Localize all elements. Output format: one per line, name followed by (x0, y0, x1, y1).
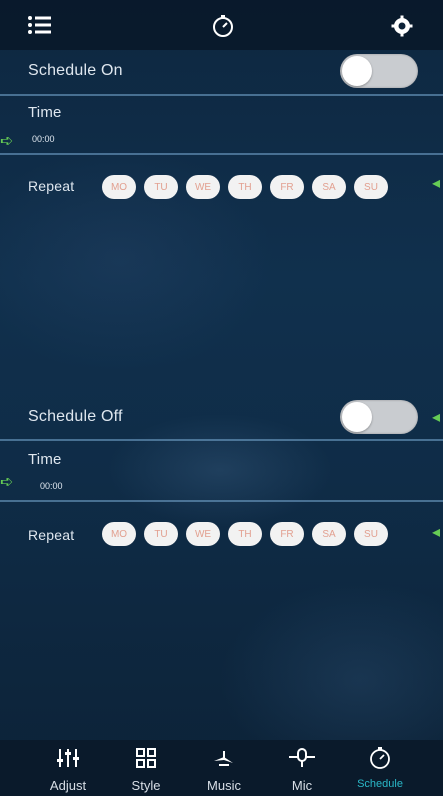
settings-icon[interactable] (388, 12, 416, 40)
day-monday[interactable]: MO (102, 522, 136, 546)
schedule-on-time-label: Time (28, 104, 62, 121)
background (0, 0, 443, 796)
day-sunday[interactable]: SU (354, 175, 388, 199)
tab-music[interactable]: Music (184, 740, 264, 796)
day-wednesday[interactable]: WE (186, 175, 220, 199)
left-arrow-icon: ➪ (0, 133, 14, 150)
day-monday[interactable]: MO (102, 175, 136, 199)
schedule-off-time-label: Time (28, 451, 62, 468)
music-icon (211, 746, 237, 770)
schedule-on-label: Schedule On (28, 62, 123, 79)
schedule-off-day-row: MO TU WE TH FR SA SU (102, 522, 388, 546)
top-bar (0, 0, 443, 50)
tab-mic[interactable]: Mic (262, 740, 342, 796)
schedule-on-repeat-label: Repeat (28, 178, 75, 194)
day-thursday[interactable]: TH (228, 175, 262, 199)
day-friday[interactable]: FR (270, 522, 304, 546)
bottom-tab-bar: Adjust Style Music Mic Schedule (0, 740, 443, 796)
tab-label: Mic (291, 778, 313, 793)
divider (0, 439, 443, 441)
divider (0, 500, 443, 502)
schedule-on-time-value[interactable]: 00:00 (32, 134, 55, 144)
tab-adjust[interactable]: Adjust (28, 740, 108, 796)
schedule-off-time-value[interactable]: 00:00 (40, 481, 63, 491)
schedule-off-repeat-label: Repeat (28, 527, 75, 543)
grid-icon (135, 746, 157, 770)
day-saturday[interactable]: SA (312, 175, 346, 199)
tab-label: Schedule (357, 778, 403, 790)
day-sunday[interactable]: SU (354, 522, 388, 546)
timer-icon (368, 746, 392, 770)
equalizer-icon (56, 746, 80, 770)
day-friday[interactable]: FR (270, 175, 304, 199)
toggle-knob (342, 402, 372, 432)
right-arrow-icon: ◂ (432, 175, 441, 192)
tab-style[interactable]: Style (106, 740, 186, 796)
left-arrow-icon: ➪ (0, 474, 14, 491)
microphone-icon (287, 746, 317, 770)
day-thursday[interactable]: TH (228, 522, 262, 546)
right-arrow-icon: ◂ (432, 409, 441, 426)
day-tuesday[interactable]: TU (144, 175, 178, 199)
day-tuesday[interactable]: TU (144, 522, 178, 546)
list-icon[interactable] (26, 12, 54, 38)
schedule-on-day-row: MO TU WE TH FR SA SU (102, 175, 388, 199)
schedule-off-toggle[interactable] (340, 400, 418, 434)
tab-label: Adjust (49, 778, 87, 793)
day-saturday[interactable]: SA (312, 522, 346, 546)
divider (0, 153, 443, 155)
tab-label: Music (207, 778, 241, 793)
right-arrow-icon: ◂ (432, 524, 441, 541)
tab-schedule[interactable]: Schedule (340, 740, 420, 796)
tab-label: Style (131, 778, 161, 793)
toggle-knob (342, 56, 372, 86)
schedule-off-label: Schedule Off (28, 408, 123, 425)
schedule-on-toggle[interactable] (340, 54, 418, 88)
timer-icon[interactable] (208, 11, 238, 41)
day-wednesday[interactable]: WE (186, 522, 220, 546)
divider (0, 94, 443, 96)
